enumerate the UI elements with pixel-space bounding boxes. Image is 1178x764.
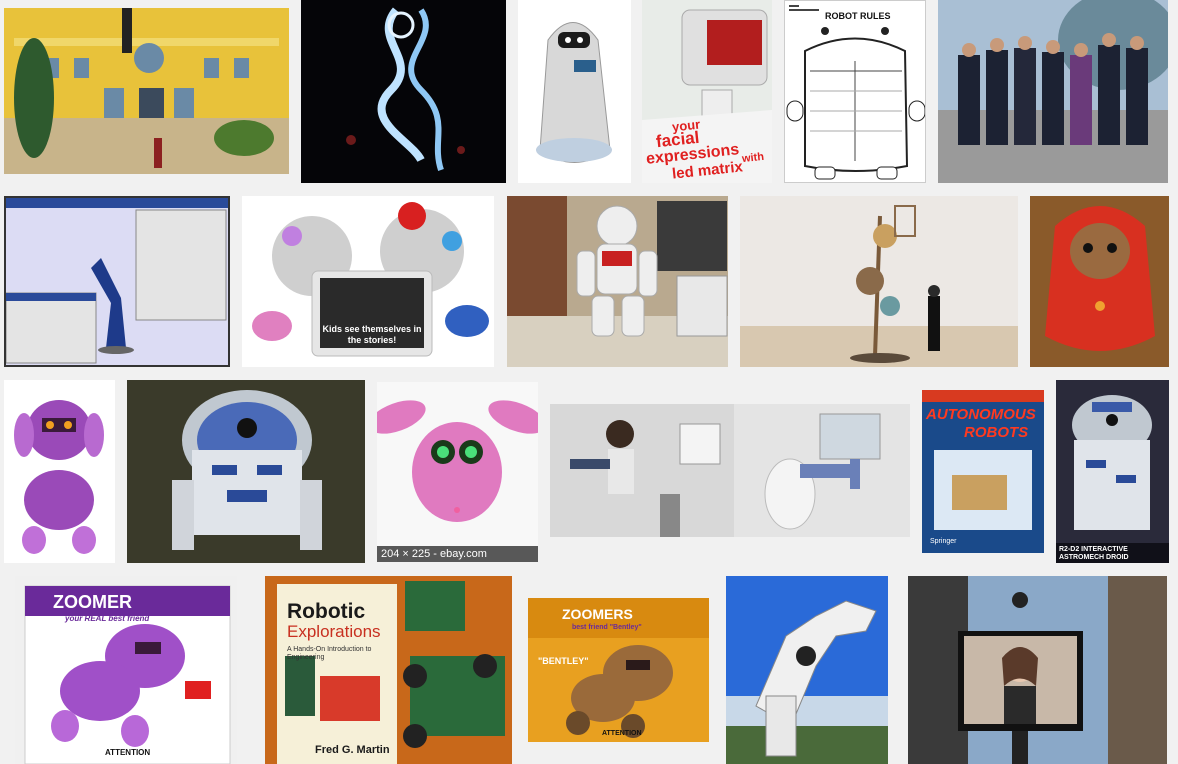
bentley-name: "BENTLEY" (538, 656, 589, 666)
result-image-exoskeleton-arm[interactable] (550, 404, 910, 537)
worksheet-robot-drawing (786, 5, 925, 180)
led-overlay-text-4: with (741, 150, 765, 166)
book-author: Fred G. Martin (315, 744, 390, 756)
software-window-graphic (6, 198, 228, 365)
result-image-purple-robot-dog[interactable] (4, 380, 115, 563)
result-image-white-pod-robot[interactable] (518, 0, 631, 183)
cover-publisher: Springer (930, 538, 957, 545)
image-dimension-label: 204 × 225 - ebay.com (377, 546, 538, 562)
zoomer-tagline: your REAL best friend (65, 614, 150, 623)
result-image-robot-hand-sky[interactable] (726, 576, 888, 764)
result-image-zoomer-bentley-box[interactable]: ZOOMERS best friend "Bentley" "BENTLEY" … (528, 598, 709, 742)
result-image-telepresence-screen[interactable] (908, 576, 1167, 764)
exoskeleton-photo (550, 404, 910, 537)
telepresence-photo (908, 576, 1167, 764)
bentley-warning: ATTENTION (602, 730, 642, 737)
cover-title-line-2: ROBOTS (964, 424, 1029, 441)
book-title-line-2: Explorations (287, 622, 381, 641)
tablet-caption: Kids see themselves in the stories! (322, 324, 422, 345)
robot-hand-photo (726, 576, 888, 764)
result-image-plush-robots-tablet[interactable]: Kids see themselves in the stories! (242, 196, 494, 367)
image-results-grid: your facial expressions with led matrix … (0, 0, 1178, 764)
result-image-pink-furby-robot[interactable]: 204 × 225 - ebay.com (377, 382, 538, 562)
result-image-building[interactable] (4, 8, 289, 174)
result-image-nao-robot-desk[interactable] (507, 196, 728, 367)
glow-robot-photo (301, 0, 506, 183)
bentley-tagline: best friend "Bentley" (572, 624, 642, 631)
white-robot-photo (518, 0, 631, 183)
r2d2-photo (127, 380, 365, 563)
result-image-robotic-explorations-book[interactable]: Robotic Explorations A Hands-On Introduc… (265, 576, 512, 764)
r2d2-box-label: R2-D2 INTERACTIVE ASTROMECH DROID (1059, 546, 1129, 561)
pink-robot-photo (377, 382, 538, 562)
zoomer-brand: ZOOMER (53, 592, 132, 612)
result-image-zoomer-purple-box[interactable]: ZOOMER your REAL best friend ATTENTION (15, 576, 237, 764)
result-image-r2d2-floor[interactable] (127, 380, 365, 563)
result-image-led-face-robot[interactable]: your facial expressions with led matrix (642, 0, 772, 183)
group-photo-image (938, 0, 1168, 183)
bentley-brand: ZOOMERS (562, 606, 633, 622)
result-image-r2d2-box[interactable]: R2-D2 INTERACTIVE ASTROMECH DROID (1056, 380, 1169, 563)
nao-robot-photo (507, 196, 728, 367)
book-title-line-1: Robotic (287, 600, 366, 623)
result-image-et-red-hoodie[interactable] (1030, 196, 1169, 367)
result-image-robot-rules-worksheet[interactable]: ROBOT RULES (784, 0, 926, 183)
result-image-art-sculpture-robot[interactable] (740, 196, 1018, 367)
cover-title-line-1: AUTONOMOUS (926, 406, 1036, 423)
result-image-software-arm-screenshot[interactable] (4, 196, 230, 367)
result-image-glow-robot-dark[interactable] (301, 0, 506, 183)
r2d2-box-photo (1056, 380, 1169, 563)
sculpture-photo (740, 196, 1018, 367)
building-photo (4, 8, 289, 174)
zoomer-warning: ATTENTION (105, 748, 151, 757)
book-subtitle: A Hands-On Introduction to Engineering (287, 646, 372, 661)
result-image-group-photo[interactable] (938, 0, 1168, 183)
purple-dog-photo (4, 380, 115, 563)
et-photo (1030, 196, 1169, 367)
result-image-autonomous-robots-cover[interactable]: AUTONOMOUS ROBOTS Springer (922, 390, 1044, 553)
